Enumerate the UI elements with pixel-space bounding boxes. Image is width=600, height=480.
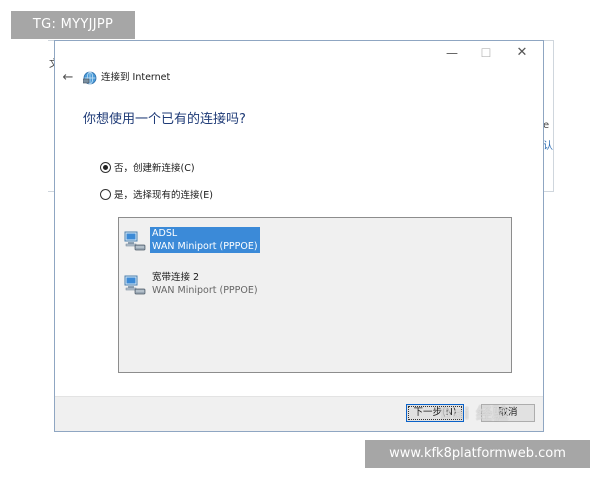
connect-internet-dialog: — ☐ ✕ ← 连接到 Internet 你想使用一个已有的连接吗? 否，创建新… [54,40,544,432]
radio-option-label: 否，创建新连接(C) [114,163,195,174]
screenshot-stage: 文 e 认 — ☐ ✕ ← 连接到 Internet 你想使用一个已有的连接吗?… [0,0,600,480]
radio-checked-icon[interactable] [100,162,111,173]
radio-unchecked-icon[interactable] [100,189,111,200]
network-connection-icon [124,275,146,295]
connection-device: WAN Miniport (PPPOE) [150,240,260,253]
radio-option-use-existing[interactable]: 是，选择现有的连接(E) [100,189,213,203]
background-window-fragment-right-2: 认 [543,141,553,152]
maximize-button[interactable]: ☐ [471,43,501,63]
connection-item-broadband-2[interactable]: 宽带连接 2 WAN Miniport (PPPOE) [123,271,283,299]
close-button[interactable]: ✕ [507,43,537,63]
dialog-titlebar: — ☐ ✕ [55,41,543,65]
wizard-nav-row: ← 连接到 Internet [55,67,543,89]
radio-option-label: 是，选择现有的连接(E) [114,190,213,201]
top-overlay-tag: TG: MYYJJPP [11,11,135,39]
connection-device: WAN Miniport (PPPOE) [152,285,258,296]
wizard-title: 连接到 Internet [101,72,171,83]
page-heading: 你想使用一个已有的连接吗? [83,112,246,127]
connection-list[interactable]: ADSL WAN Miniport (PPPOE) 宽带连接 2 WAN Min… [118,217,512,373]
minimize-button[interactable]: — [437,43,467,63]
baidu-watermark: Bai 经验 [440,404,510,423]
bottom-overlay-tag: www.kfk8platformweb.com [365,440,590,468]
network-globe-icon [83,71,97,85]
connection-name: 宽带连接 2 [152,272,200,283]
connection-item-adsl[interactable]: ADSL WAN Miniport (PPPOE) [123,227,283,255]
back-arrow-icon[interactable]: ← [59,67,77,89]
network-connection-icon [124,231,146,251]
radio-option-create-new[interactable]: 否，创建新连接(C) [100,162,195,176]
connection-name: ADSL [150,227,260,240]
